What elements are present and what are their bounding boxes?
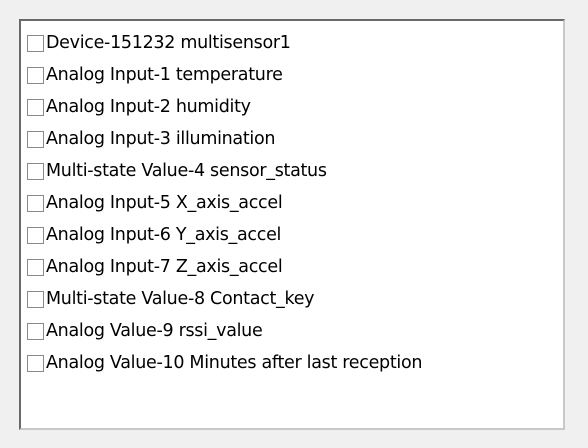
checkbox[interactable]	[27, 34, 44, 52]
list-item-analog-input-7[interactable]: Analog Input-7 Z_axis_accel	[21, 251, 563, 283]
item-label: Analog Input-7 Z_axis_accel	[46, 257, 283, 277]
list-item-analog-input-5[interactable]: Analog Input-5 X_axis_accel	[21, 187, 563, 219]
checkbox[interactable]	[27, 130, 44, 148]
checkbox[interactable]	[27, 66, 44, 84]
item-label: Analog Input-2 humidity	[46, 97, 251, 117]
checkbox[interactable]	[27, 354, 44, 372]
list-item-analog-input-3[interactable]: Analog Input-3 illumination	[21, 123, 563, 155]
item-label: Analog Value-9 rssi_value	[46, 321, 263, 341]
item-label: Analog Value-10 Minutes after last recep…	[46, 353, 423, 373]
checkbox[interactable]	[27, 258, 44, 276]
checkbox[interactable]	[27, 98, 44, 116]
checkbox[interactable]	[27, 194, 44, 212]
list-item-analog-value-10[interactable]: Analog Value-10 Minutes after last recep…	[21, 347, 563, 379]
list-item-analog-input-1[interactable]: Analog Input-1 temperature	[21, 59, 563, 91]
list-item-device[interactable]: Device-151232 multisensor1	[21, 27, 563, 59]
list-item-analog-input-6[interactable]: Analog Input-6 Y_axis_accel	[21, 219, 563, 251]
checkbox[interactable]	[27, 290, 44, 308]
list-item-analog-input-2[interactable]: Analog Input-2 humidity	[21, 91, 563, 123]
item-label: Analog Input-1 temperature	[46, 65, 283, 85]
item-label: Analog Input-6 Y_axis_accel	[46, 225, 282, 245]
item-label: Multi-state Value-8 Contact_key	[46, 289, 315, 309]
item-label: Multi-state Value-4 sensor_status	[46, 161, 327, 181]
item-label: Analog Input-5 X_axis_accel	[46, 193, 283, 213]
checked-list-box[interactable]: Device-151232 multisensor1 Analog Input-…	[19, 19, 565, 430]
item-label: Analog Input-3 illumination	[46, 129, 276, 149]
checkbox[interactable]	[27, 322, 44, 340]
list-item-multi-state-value-4[interactable]: Multi-state Value-4 sensor_status	[21, 155, 563, 187]
list-item-analog-value-9[interactable]: Analog Value-9 rssi_value	[21, 315, 563, 347]
checkbox[interactable]	[27, 162, 44, 180]
checkbox[interactable]	[27, 226, 44, 244]
item-label: Device-151232 multisensor1	[46, 33, 291, 53]
object-list: Device-151232 multisensor1 Analog Input-…	[21, 21, 563, 379]
list-item-multi-state-value-8[interactable]: Multi-state Value-8 Contact_key	[21, 283, 563, 315]
